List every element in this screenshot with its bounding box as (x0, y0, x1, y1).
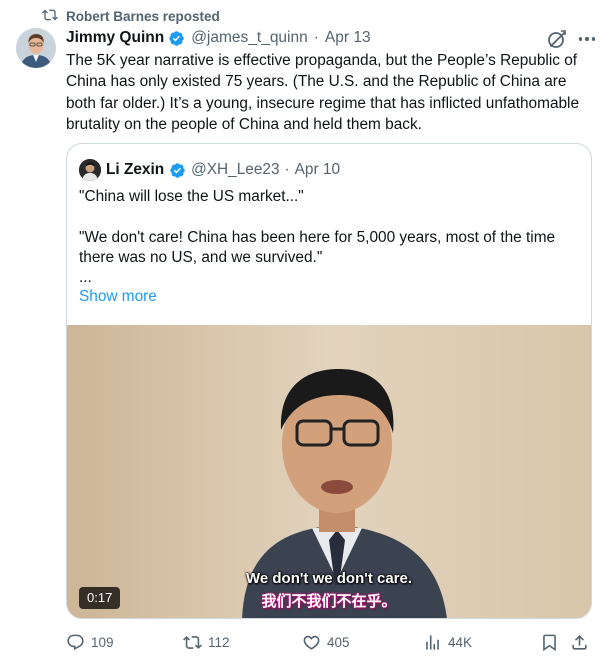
repost-button[interactable]: 112 (183, 630, 230, 654)
heart-icon (302, 633, 321, 652)
tweet-header: Jimmy Quinn @james_t_quinn · Apr 13 (66, 27, 371, 49)
views-chart-icon (423, 633, 442, 652)
grok-icon[interactable] (546, 28, 568, 50)
author-handle[interactable]: @james_t_quinn (191, 29, 308, 47)
share-icon (570, 633, 589, 652)
quoted-author-handle[interactable]: @XH_Lee23 (191, 161, 279, 179)
reply-icon (66, 633, 85, 652)
quoted-tweet-header: Li Zexin @XH_Lee23 · Apr 10 (79, 158, 340, 182)
video-duration: 0:17 (79, 587, 121, 609)
tweet-date[interactable]: Apr 13 (325, 29, 371, 47)
subtitle-chinese: 我们不我们不在乎。 (261, 593, 397, 610)
bookmark-button[interactable] (540, 630, 559, 654)
views-button[interactable]: 44K (423, 630, 472, 654)
like-count: 405 (327, 634, 350, 650)
separator-dot: · (284, 161, 290, 178)
repost-count: 112 (208, 634, 230, 650)
reply-count: 109 (91, 634, 114, 650)
separator-dot: · (313, 29, 319, 46)
verified-badge-icon[interactable] (169, 162, 186, 179)
repost-icon (183, 633, 202, 652)
quoted-author-avatar[interactable] (79, 159, 101, 181)
repost-context[interactable]: Robert Barnes reposted (42, 6, 220, 26)
quoted-tweet-date[interactable]: Apr 10 (295, 161, 340, 179)
author-avatar[interactable] (16, 28, 56, 68)
verified-badge-icon[interactable] (168, 30, 185, 47)
repost-label: Robert Barnes reposted (66, 8, 220, 24)
views-count: 44K (448, 634, 473, 650)
author-name[interactable]: Jimmy Quinn (66, 29, 164, 47)
bookmark-icon (540, 633, 559, 652)
reply-button[interactable]: 109 (66, 630, 114, 654)
like-button[interactable]: 405 (302, 630, 350, 654)
quoted-tweet[interactable]: Li Zexin @XH_Lee23 · Apr 10 "China will … (66, 143, 592, 619)
show-more-link[interactable]: Show more (79, 288, 157, 306)
share-button[interactable] (570, 630, 589, 654)
more-options-icon[interactable] (576, 32, 598, 46)
quoted-author-name[interactable]: Li Zexin (106, 161, 164, 179)
subtitle-english: We don't we don't care. (245, 570, 413, 587)
tweet-actions: 109 112 405 44K (66, 630, 594, 654)
quoted-tweet-text: "China will lose the US market..." "We d… (79, 188, 556, 287)
repost-icon (42, 7, 58, 26)
video-player[interactable]: We don't we don't care. 我们不我们不在乎。 0:17 (67, 325, 591, 618)
tweet-text: The 5K year narrative is effective propa… (66, 52, 580, 133)
